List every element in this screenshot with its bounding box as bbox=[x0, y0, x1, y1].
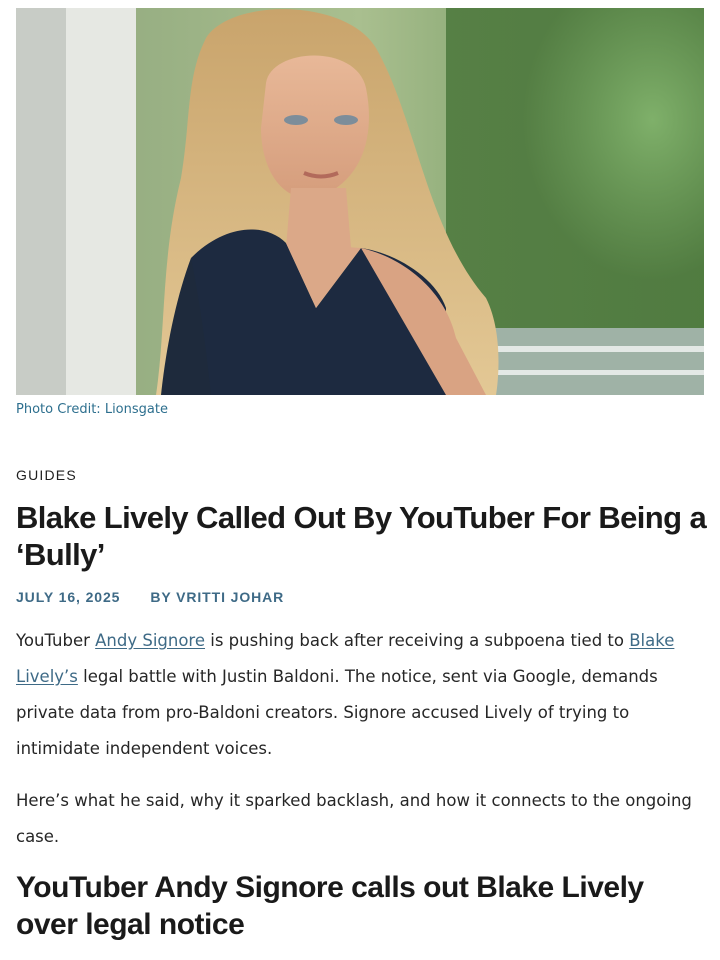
andy-signore-link[interactable]: Andy Signore bbox=[95, 631, 205, 650]
publish-date: JULY 16, 2025 bbox=[16, 589, 121, 605]
article-paragraph: Here’s what he said, why it sparked back… bbox=[16, 791, 692, 846]
paragraph-text: YouTuber bbox=[16, 631, 96, 650]
category-label[interactable]: GUIDES bbox=[16, 467, 77, 483]
photo-credit: Photo Credit: Lionsgate bbox=[16, 402, 168, 417]
hero-photo bbox=[16, 8, 704, 395]
paragraph-text: is pushing back after receiving a subpoe… bbox=[205, 631, 630, 650]
hero-image bbox=[16, 8, 704, 395]
author-link[interactable]: BY VRITTI JOHAR bbox=[150, 589, 284, 605]
section-heading: YouTuber Andy Signore calls out Blake Li… bbox=[16, 871, 644, 941]
article-title: Blake Lively Called Out By YouTuber For … bbox=[16, 500, 707, 572]
paragraph-text: legal battle with Justin Baldoni. The no… bbox=[16, 667, 658, 758]
article-paragraph: YouTuber Andy Signore is pushing back af… bbox=[16, 623, 706, 767]
article-meta: JULY 16, 2025 BY VRITTI JOHAR bbox=[16, 589, 284, 605]
